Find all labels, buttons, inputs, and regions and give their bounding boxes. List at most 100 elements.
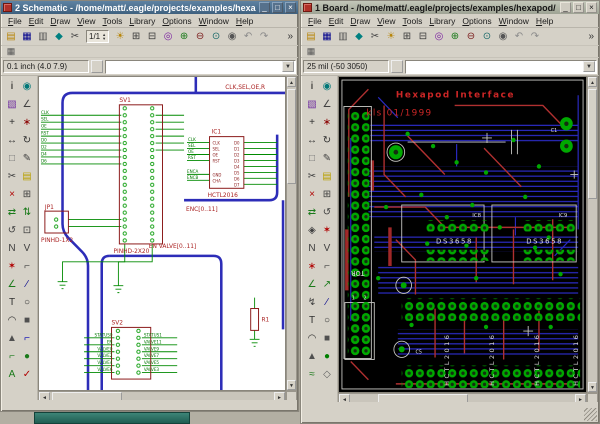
menu-item[interactable]: Library — [426, 15, 458, 27]
undo-icon[interactable]: ↶ — [240, 29, 256, 44]
hole-icon[interactable]: ◇ — [320, 366, 335, 384]
rotate-icon[interactable]: ↻ — [20, 132, 35, 150]
titlebar[interactable]: 1 Board - /home/matt/.eagle/projects/exa… — [301, 1, 599, 14]
minimize-button[interactable]: _ — [259, 2, 270, 13]
menu-item[interactable]: Help — [533, 15, 556, 27]
dropdown-arrow-icon[interactable]: ▼ — [282, 61, 294, 72]
export-cam-icon[interactable]: ◆ — [51, 29, 67, 44]
menu-item[interactable]: Draw — [47, 15, 73, 27]
menu-item[interactable]: Tools — [100, 15, 126, 27]
junction-icon[interactable]: ● — [20, 348, 35, 366]
gateswap-icon[interactable]: ⇅ — [20, 204, 35, 222]
paste-icon[interactable]: ▤ — [20, 168, 35, 186]
grid-icon[interactable]: ▦ — [4, 46, 18, 57]
open-board-icon[interactable]: ⊞ — [399, 29, 415, 44]
close-button[interactable]: × — [285, 2, 296, 13]
menu-item[interactable]: Library — [126, 15, 158, 27]
info-icon[interactable]: i — [305, 78, 320, 96]
net-icon[interactable]: ⌐ — [5, 348, 20, 366]
move-icon[interactable]: + — [305, 114, 320, 132]
menu-item[interactable]: File — [5, 15, 25, 27]
grid-icon[interactable]: ▦ — [304, 46, 318, 57]
menu-item[interactable]: View — [374, 15, 398, 27]
lamp-icon[interactable]: ☀ — [383, 29, 399, 44]
menu-item[interactable]: Help — [233, 15, 256, 27]
text-icon[interactable]: T — [5, 294, 20, 312]
ripup-icon[interactable]: ↯ — [305, 294, 320, 312]
resize-grip[interactable] — [584, 408, 597, 421]
vertical-scrollbar[interactable]: ▲ ▼ — [587, 76, 598, 393]
menu-item[interactable]: Window — [496, 15, 532, 27]
maximize-button[interactable]: □ — [272, 2, 283, 13]
show-icon[interactable]: ◉ — [20, 78, 35, 96]
drop-icon[interactable]: ✂ — [67, 29, 83, 44]
board-canvas[interactable]: Hexapod Interface kls 01/1999 DS3658 DS3… — [338, 76, 587, 393]
polygon-icon[interactable]: ▲ — [305, 348, 320, 366]
lamp-icon[interactable]: ☀ — [112, 29, 128, 44]
maximize-button[interactable]: □ — [573, 2, 584, 13]
menu-item[interactable]: Edit — [26, 15, 47, 27]
scroll-down-icon[interactable]: ▼ — [287, 380, 296, 390]
split-icon[interactable]: ∠ — [305, 276, 320, 294]
change-icon[interactable]: ✎ — [320, 150, 335, 168]
pinswap-icon[interactable]: ⇄ — [5, 204, 20, 222]
spinner-arrows-icon[interactable]: ▲ ▼ — [102, 32, 106, 41]
move-icon[interactable]: + — [5, 114, 20, 132]
via-icon[interactable]: ● — [320, 348, 335, 366]
command-input[interactable]: ▼ — [405, 59, 597, 74]
toolbar-overflow[interactable]: » — [287, 31, 296, 42]
menu-item[interactable]: Options — [459, 15, 494, 27]
open-schematic-icon[interactable]: ⊟ — [144, 29, 160, 44]
arc-icon[interactable]: ◠ — [305, 330, 320, 348]
zoom-in-icon[interactable]: ⊕ — [447, 29, 463, 44]
polygon-icon[interactable]: ▲ — [5, 330, 20, 348]
zoom-fit-icon[interactable]: ◎ — [160, 29, 176, 44]
minimize-button[interactable]: _ — [560, 2, 571, 13]
group-icon[interactable]: □ — [305, 150, 320, 168]
copy-icon[interactable]: ∗ — [20, 114, 35, 132]
add-icon[interactable]: ⊞ — [20, 186, 35, 204]
cut-icon[interactable]: ✂ — [5, 168, 20, 186]
add-icon[interactable]: ⊞ — [320, 186, 335, 204]
miter-icon[interactable]: ⌐ — [20, 258, 35, 276]
delete-icon[interactable]: × — [305, 186, 320, 204]
pinswap-icon[interactable]: ⇄ — [305, 204, 320, 222]
replace-icon[interactable]: ↺ — [5, 222, 20, 240]
zoom-select-icon[interactable]: ◉ — [495, 29, 511, 44]
rect-icon[interactable]: ■ — [320, 330, 335, 348]
print-icon[interactable]: ▥ — [35, 29, 51, 44]
copy-icon[interactable]: ∗ — [320, 114, 335, 132]
zoom-out-icon[interactable]: ⊖ — [192, 29, 208, 44]
menu-item[interactable]: Draw — [347, 15, 373, 27]
scrollbar-thumb[interactable] — [588, 89, 597, 199]
replace-icon[interactable]: ↺ — [320, 204, 335, 222]
zoom-in-icon[interactable]: ⊕ — [176, 29, 192, 44]
menu-item[interactable]: View — [74, 15, 98, 27]
zoom-select-icon[interactable]: ◉ — [224, 29, 240, 44]
scroll-down-icon[interactable]: ▼ — [588, 382, 597, 392]
display-icon[interactable]: ▧ — [305, 96, 320, 114]
name-icon[interactable]: N — [305, 240, 320, 258]
close-button[interactable]: × — [586, 2, 597, 13]
wire-icon[interactable]: ∕ — [320, 294, 335, 312]
label-icon[interactable]: A — [5, 366, 20, 384]
info-icon[interactable]: i — [5, 78, 20, 96]
command-input[interactable]: ▼ — [105, 59, 296, 74]
group-icon[interactable]: □ — [5, 150, 20, 168]
menu-item[interactable]: Options — [159, 15, 194, 27]
titlebar[interactable]: 2 Schematic - /home/matt/.eagle/projects… — [1, 1, 298, 14]
rect-icon[interactable]: ■ — [20, 312, 35, 330]
mirror-icon[interactable]: ↔ — [5, 132, 20, 150]
drop-icon[interactable]: ✂ — [367, 29, 383, 44]
circle-icon[interactable]: ○ — [20, 294, 35, 312]
display-icon[interactable]: ▧ — [5, 96, 20, 114]
paste-icon[interactable]: ▤ — [320, 168, 335, 186]
menu-item[interactable]: File — [305, 15, 325, 27]
scroll-up-icon[interactable]: ▲ — [287, 77, 296, 87]
mark-icon[interactable]: ∠ — [20, 96, 35, 114]
vertical-scrollbar[interactable]: ▲ ▼ — [286, 76, 297, 391]
scrollbar-thumb[interactable] — [287, 89, 296, 184]
smash-icon[interactable]: ✶ — [5, 258, 20, 276]
erc-icon[interactable]: ✓ — [20, 366, 35, 384]
menu-item[interactable]: Tools — [400, 15, 426, 27]
